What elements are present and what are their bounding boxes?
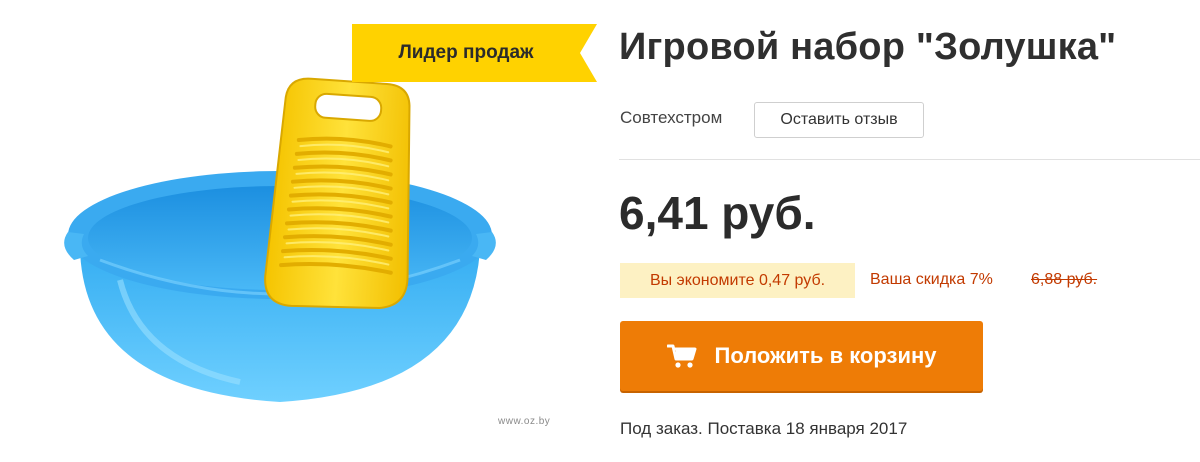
- add-to-cart-button[interactable]: Положить в корзину: [620, 321, 983, 391]
- brand-link[interactable]: Совтехстром: [620, 108, 722, 128]
- add-to-cart-label: Положить в корзину: [714, 343, 937, 368]
- bestseller-label: Лидер продаж: [398, 42, 534, 63]
- product-title: Игровой набор "Золушка": [619, 26, 1117, 68]
- discount-text: Ваша скидка 7%: [870, 271, 993, 288]
- product-image[interactable]: [40, 60, 510, 410]
- leave-review-button[interactable]: Оставить отзыв: [754, 102, 924, 138]
- availability-text: Под заказ. Поставка 18 января 2017: [620, 419, 908, 438]
- divider: [619, 159, 1200, 160]
- washboard-icon: [264, 77, 411, 310]
- image-watermark: www.oz.by: [498, 416, 551, 427]
- savings-badge: Вы экономите 0,47 руб.: [620, 263, 855, 298]
- price: 6,41 руб.: [619, 187, 816, 239]
- cart-icon: [666, 344, 696, 368]
- old-price: 6,88 руб.: [1031, 271, 1098, 288]
